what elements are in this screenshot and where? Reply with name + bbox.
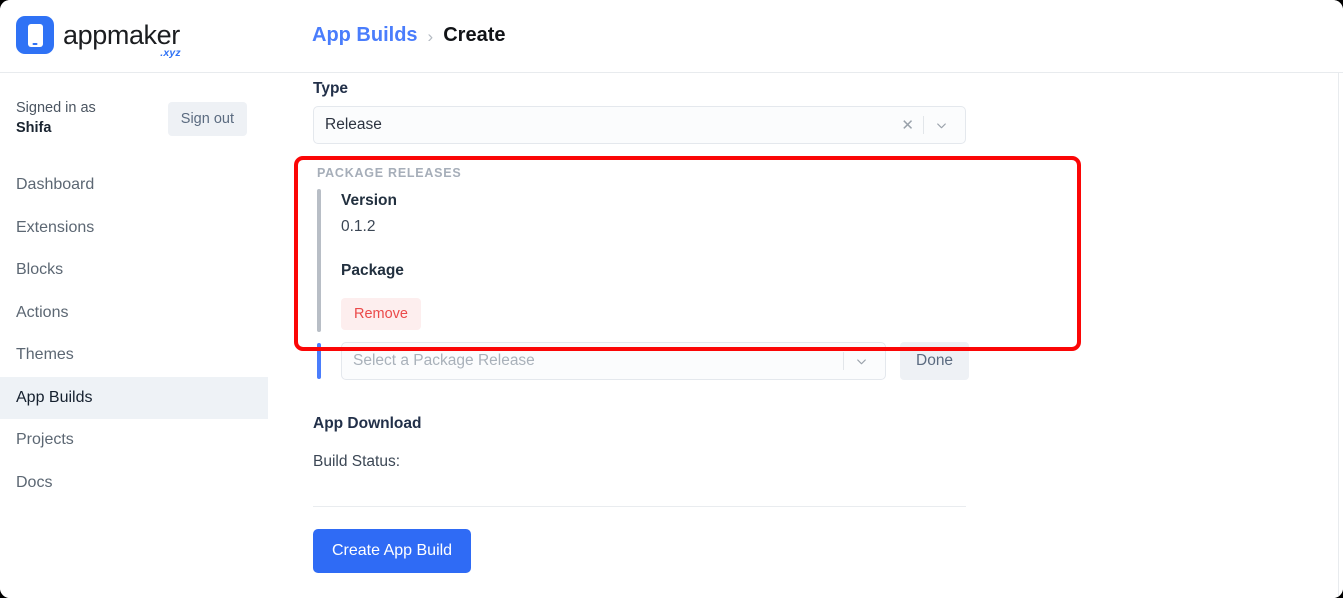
- sidebar-item-themes[interactable]: Themes: [0, 334, 268, 377]
- package-release-picker-row: Select a Package Release Done: [313, 342, 1013, 381]
- package-release-select-placeholder: Select a Package Release: [353, 352, 535, 370]
- app-download-heading: App Download: [313, 415, 422, 433]
- phone-icon: [27, 23, 43, 47]
- chevron-down-icon[interactable]: [844, 354, 875, 369]
- type-field-label: Type: [313, 80, 349, 97]
- signed-in-username: Shifa: [16, 120, 52, 136]
- brand-tld: .xyz: [160, 47, 181, 59]
- brand-wordmark: appmaker .xyz: [63, 19, 181, 58]
- release-details: Version 0.1.2 Package Remove: [321, 189, 421, 332]
- sidebar-item-dashboard[interactable]: Dashboard: [0, 164, 268, 207]
- signed-in-block: Signed in as Shifa Sign out: [0, 95, 268, 143]
- sign-out-button[interactable]: Sign out: [167, 102, 247, 136]
- signed-in-text: Signed in as Shifa: [16, 99, 96, 138]
- sidebar-item-blocks[interactable]: Blocks: [0, 249, 268, 292]
- signed-in-label: Signed in as: [16, 100, 96, 117]
- create-app-build-form: Type Release ✕ PACKAGE RELEASES Version …: [313, 80, 1013, 574]
- content-right-border: [1338, 73, 1339, 598]
- app-window: appmaker .xyz App Builds › Create Signed…: [0, 0, 1343, 598]
- sidebar-item-projects[interactable]: Projects: [0, 419, 268, 462]
- create-app-build-button[interactable]: Create App Build: [313, 529, 472, 574]
- build-status-label: Build Status:: [313, 453, 401, 471]
- done-button[interactable]: Done: [900, 342, 970, 381]
- sidebar-item-extensions[interactable]: Extensions: [0, 207, 268, 250]
- brand-name: appmaker: [63, 19, 180, 50]
- top-header: appmaker .xyz App Builds › Create: [0, 0, 1343, 73]
- clear-icon[interactable]: ✕: [892, 118, 923, 133]
- version-value: 0.1.2: [341, 218, 376, 236]
- breadcrumb: App Builds › Create: [312, 24, 505, 47]
- sidebar-item-app-builds[interactable]: App Builds: [0, 376, 268, 419]
- appmaker-logo-icon: [16, 16, 54, 54]
- main-content: Type Release ✕ PACKAGE RELEASES Version …: [268, 74, 1343, 598]
- package-release-select[interactable]: Select a Package Release: [341, 342, 886, 381]
- sidebar-item-docs[interactable]: Docs: [0, 462, 268, 505]
- sidebar-nav: Dashboard Extensions Blocks Actions Them…: [0, 164, 268, 504]
- breadcrumb-current-create: Create: [443, 24, 506, 46]
- package-label: Package: [341, 262, 404, 280]
- sidebar-item-actions[interactable]: Actions: [0, 292, 268, 335]
- chevron-right-icon: ›: [427, 26, 434, 46]
- breadcrumb-link-app-builds[interactable]: App Builds: [312, 24, 418, 47]
- brand-logo[interactable]: appmaker .xyz: [16, 16, 181, 58]
- type-select[interactable]: Release ✕: [313, 106, 966, 144]
- type-select-value: Release: [325, 116, 382, 133]
- remove-button[interactable]: Remove: [341, 298, 421, 331]
- version-label: Version: [341, 192, 397, 209]
- package-releases-title: PACKAGE RELEASES: [317, 166, 462, 180]
- chevron-down-icon[interactable]: [924, 118, 955, 133]
- sidebar: Signed in as Shifa Sign out Dashboard Ex…: [0, 74, 268, 598]
- section-divider: [313, 506, 966, 508]
- package-release-item: Version 0.1.2 Package Remove: [313, 189, 1013, 333]
- picker-accent-bar: [317, 343, 321, 380]
